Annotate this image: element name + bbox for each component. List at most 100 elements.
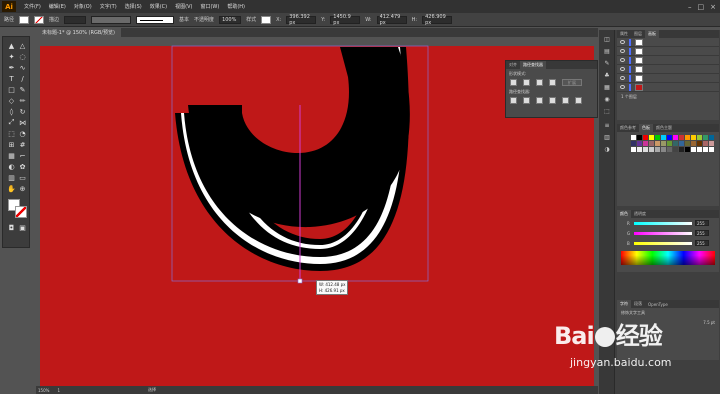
fill-swatch[interactable] [19, 15, 30, 24]
stroke-color-box[interactable] [15, 206, 27, 218]
w-field[interactable]: 412.479 px [376, 14, 407, 26]
selection-tool-icon[interactable]: ▲ [7, 41, 16, 50]
eyedropper-tool-icon[interactable]: ⌐ [18, 151, 27, 160]
zoom-tool-icon[interactable]: ⊕ [18, 184, 27, 193]
graphic-styles-icon[interactable]: ▦ [603, 84, 611, 92]
crop-icon[interactable] [549, 97, 556, 104]
trim-icon[interactable] [523, 97, 530, 104]
minus-front-icon[interactable] [523, 79, 530, 86]
intersect-icon[interactable] [536, 79, 543, 86]
rotate-tool-icon[interactable]: ↻ [18, 107, 27, 116]
menu-object[interactable]: 对象(O) [74, 3, 92, 10]
curvature-tool-icon[interactable]: ∿ [18, 63, 27, 72]
gradient-icon[interactable]: ▥ [603, 134, 611, 142]
width-tool-icon[interactable]: ⋈ [18, 118, 27, 127]
properties-icon[interactable]: ◫ [603, 36, 611, 44]
green-value[interactable]: 255 [695, 230, 709, 236]
tab-paragraph[interactable]: 段落 [631, 300, 645, 308]
tab-align[interactable]: 对齐 [506, 61, 520, 69]
divide-icon[interactable] [510, 97, 517, 104]
scale-tool-icon[interactable]: ⤢ [7, 118, 16, 127]
paintbrush-tool-icon[interactable]: ✎ [18, 85, 27, 94]
close-button[interactable]: × [710, 3, 716, 11]
stroke-swatch[interactable] [34, 15, 45, 24]
visibility-eye-icon[interactable] [620, 40, 625, 44]
brush-definition[interactable] [136, 15, 175, 24]
menu-view[interactable]: 视图(V) [175, 3, 192, 10]
tab-artboards[interactable]: 画板 [645, 30, 659, 38]
pencil-tool-icon[interactable]: ✏ [18, 96, 27, 105]
menu-select[interactable]: 选择(S) [125, 3, 142, 10]
blue-slider[interactable] [634, 241, 692, 245]
exclude-icon[interactable] [549, 79, 556, 86]
screen-mode-icon[interactable]: ▣ [18, 223, 27, 232]
red-value[interactable]: 255 [695, 220, 709, 226]
blend-tool-icon[interactable]: ◐ [7, 162, 16, 171]
h-field[interactable]: 426.909 px [422, 14, 453, 26]
visibility-eye-icon[interactable] [620, 67, 625, 71]
rectangle-tool-icon[interactable]: □ [7, 85, 16, 94]
page-number[interactable]: 1 [57, 388, 60, 393]
tab-pathfinder[interactable]: 路径查找器 [520, 61, 546, 69]
transform-icon[interactable]: ⬚ [603, 108, 611, 116]
tab-color-themes[interactable]: 颜色主题 [653, 124, 675, 132]
menu-type[interactable]: 文字(T) [100, 3, 117, 10]
menu-window[interactable]: 窗口(W) [200, 3, 219, 10]
stroke-weight-field[interactable] [64, 15, 87, 24]
menu-help[interactable]: 帮助(H) [227, 3, 245, 10]
brushes-icon[interactable]: ✎ [603, 60, 611, 68]
tab-swatches[interactable]: 色板 [639, 124, 653, 132]
y-field[interactable]: 1450.9 px [330, 14, 361, 26]
direct-selection-tool-icon[interactable]: △ [18, 41, 27, 50]
eraser-tool-icon[interactable]: ◊ [7, 107, 16, 116]
transparency-icon[interactable]: ◑ [603, 146, 611, 154]
tab-layers[interactable]: 图层 [631, 30, 645, 38]
tab-properties[interactable]: 属性 [617, 30, 631, 38]
layer-row[interactable] [617, 47, 719, 56]
unite-icon[interactable] [510, 79, 517, 86]
minus-back-icon[interactable] [575, 97, 582, 104]
visibility-eye-icon[interactable] [620, 58, 625, 62]
perspective-grid-tool-icon[interactable]: ⊞ [7, 140, 16, 149]
type-tool-icon[interactable]: T [7, 74, 16, 83]
pen-tool-icon[interactable]: ✒ [7, 63, 16, 72]
menu-edit[interactable]: 编辑(E) [49, 3, 66, 10]
visibility-eye-icon[interactable] [620, 85, 625, 89]
blue-value[interactable]: 255 [695, 240, 709, 246]
document-tab[interactable]: 未标题-1* @ 150% (RGB/预览) [36, 28, 121, 37]
green-slider-row[interactable]: G 255 [617, 228, 719, 238]
expand-button[interactable]: 扩展 [562, 79, 582, 86]
layer-row[interactable] [617, 74, 719, 83]
visibility-eye-icon[interactable] [620, 49, 625, 53]
lasso-tool-icon[interactable]: ◌ [18, 52, 27, 61]
graphic-style-swatch[interactable] [261, 15, 272, 24]
appearance-icon[interactable]: ◉ [603, 96, 611, 104]
tab-opentype[interactable]: OpenType [645, 300, 671, 308]
layer-row[interactable] [617, 56, 719, 65]
artboard-tool-icon[interactable]: ▭ [18, 173, 27, 182]
layer-row[interactable] [617, 83, 719, 92]
symbols-icon[interactable]: ♣ [603, 72, 611, 80]
color-spectrum[interactable] [621, 251, 715, 265]
stroke-icon[interactable]: ≡ [603, 122, 611, 130]
mesh-tool-icon[interactable]: # [18, 140, 27, 149]
x-field[interactable]: 396.392 px [286, 14, 317, 26]
layer-row[interactable] [617, 38, 719, 47]
visibility-eye-icon[interactable] [620, 76, 625, 80]
opacity-field[interactable]: 100% [219, 15, 242, 24]
libraries-icon[interactable]: ▤ [603, 48, 611, 56]
variable-width-profile[interactable] [91, 15, 132, 24]
magic-wand-tool-icon[interactable]: ✦ [7, 52, 16, 61]
shaper-tool-icon[interactable]: ◇ [7, 96, 16, 105]
gradient-tool-icon[interactable]: ▦ [7, 151, 16, 160]
tab-transparency[interactable]: 透明度 [631, 210, 649, 218]
column-graph-tool-icon[interactable]: ▥ [7, 173, 16, 182]
menu-effect[interactable]: 效果(C) [150, 3, 167, 10]
free-transform-tool-icon[interactable]: ⬚ [7, 129, 16, 138]
menu-file[interactable]: 文件(F) [24, 3, 41, 10]
line-tool-icon[interactable]: / [18, 74, 27, 83]
maximize-button[interactable]: □ [698, 3, 705, 11]
tab-color-guide[interactable]: 颜色参考 [617, 124, 639, 132]
merge-icon[interactable] [536, 97, 543, 104]
swatch-grid[interactable] [617, 132, 719, 152]
